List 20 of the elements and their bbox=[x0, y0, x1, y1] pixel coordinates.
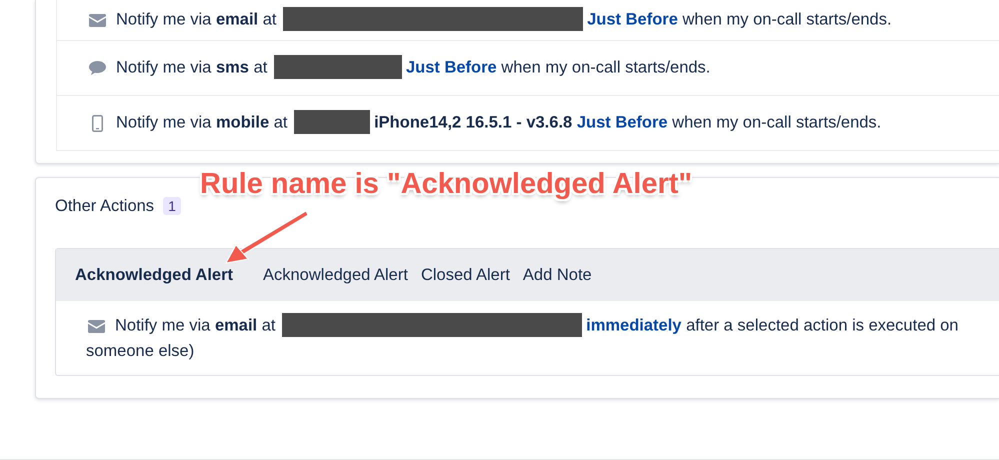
notification-text: Notify me via email at Just Before when my on-call starts/ends. bbox=[116, 7, 892, 33]
section-title: Other Actions bbox=[55, 196, 154, 216]
speech-bubble-icon bbox=[89, 61, 106, 75]
rule-name: Acknowledged Alert bbox=[75, 266, 233, 284]
phone-icon bbox=[92, 114, 103, 132]
notification-text: Notify me via sms at Just Before when my on-call starts/ends. bbox=[116, 55, 710, 81]
timing-link[interactable]: Just Before bbox=[406, 58, 497, 76]
action-label: Closed Alert bbox=[420, 266, 510, 284]
action-label: Add Note bbox=[522, 266, 592, 284]
notification-text: someone else) bbox=[85, 341, 194, 362]
count-badge: 1 bbox=[163, 197, 181, 215]
timing-link[interactable]: Just Before bbox=[576, 113, 668, 132]
timing-link[interactable]: Just Before bbox=[587, 10, 678, 28]
action-label: Acknowledged Alert bbox=[263, 266, 408, 284]
envelope-icon bbox=[89, 14, 106, 26]
notification-text: Notify me via mobile at iPhone14,2 16.5.1 - v3.6.8 Just Before when my on-call starts/ends. bbox=[116, 110, 882, 136]
annotation-text: Rule name is "Acknowledged Alert" bbox=[200, 168, 692, 201]
envelope-icon bbox=[88, 320, 105, 332]
notification-text: Notify me via email at immediately after a selected action is executed on bbox=[115, 313, 958, 339]
timing-link[interactable]: immediately bbox=[586, 316, 682, 334]
